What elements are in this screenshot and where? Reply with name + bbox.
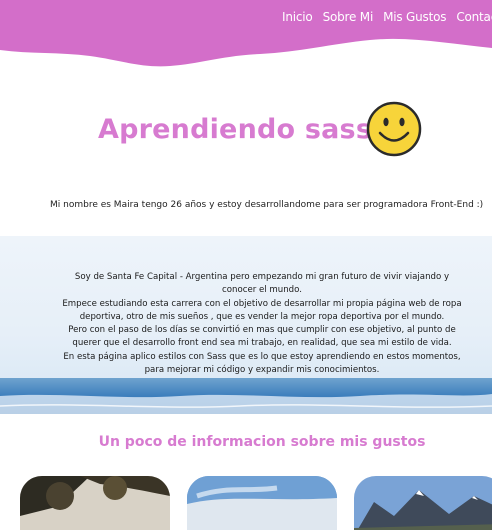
bio-text: Soy de Santa Fe Capital - Argentina pero… — [62, 271, 462, 377]
nav-link-contacto[interactable]: Contacto — [456, 10, 492, 24]
smiley-face-icon — [364, 100, 424, 158]
page-title: Aprendiendo sass — [98, 114, 373, 145]
interest-card-nature[interactable] — [20, 476, 170, 530]
interest-card-mountains[interactable] — [354, 476, 492, 530]
site-header: Inicio Sobre Mi Mis Gustos Contacto — [0, 0, 492, 70]
bio-paragraph: Empece estudiando esta carrera con el ob… — [62, 298, 462, 322]
bio-paragraph: En esta página aplico estilos con Sass q… — [63, 351, 461, 376]
interest-card-beach[interactable] — [187, 476, 337, 530]
bio-paragraph: Pero con el paso de los días se convirti… — [68, 325, 456, 349]
nav-link-sobre-mi[interactable]: Sobre Mi — [323, 10, 374, 24]
nav-link-inicio[interactable]: Inicio — [282, 10, 313, 24]
intro-text: Mi nombre es Maira tengo 26 años y estoy… — [50, 200, 484, 210]
main-nav: Inicio Sobre Mi Mis Gustos Contacto — [282, 10, 492, 24]
nav-link-mis-gustos[interactable]: Mis Gustos — [383, 10, 446, 24]
bio-paragraph: Soy de Santa Fe Capital - Argentina pero… — [74, 272, 450, 296]
interests-title: Un poco de informacion sobre mis gustos — [98, 434, 426, 450]
